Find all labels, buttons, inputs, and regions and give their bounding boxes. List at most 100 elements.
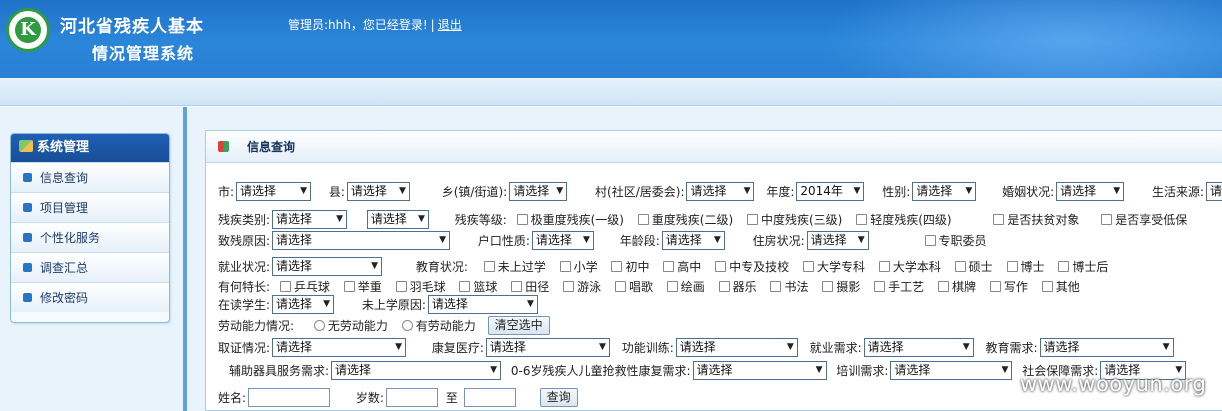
skill-athletics-checkbox[interactable] bbox=[511, 281, 523, 292]
skill-painting-checkbox[interactable] bbox=[666, 281, 678, 292]
menu-bullet-icon bbox=[23, 233, 32, 242]
level-3-checkbox[interactable] bbox=[746, 214, 758, 225]
skill-label: 其他 bbox=[1055, 279, 1080, 294]
app-logo: K bbox=[6, 8, 50, 52]
filter-row-school: 在读学生:请选择 未上学原因:请选择 bbox=[218, 294, 552, 314]
clear-selection-button[interactable]: 清空选中 bbox=[487, 316, 550, 335]
sidebar-item-label: 个性化服务 bbox=[40, 231, 101, 245]
panel-title: 信息查询 bbox=[247, 140, 296, 154]
hukou-select[interactable]: 请选择 bbox=[531, 231, 594, 250]
county-select[interactable]: 请选择 bbox=[346, 182, 410, 201]
housing-select[interactable]: 请选择 bbox=[806, 231, 869, 250]
edu-primary-checkbox[interactable] bbox=[559, 261, 571, 272]
skill-photography-checkbox[interactable] bbox=[822, 281, 834, 292]
no-labor-radio[interactable] bbox=[313, 320, 325, 331]
employment-label: 就业状况: bbox=[218, 259, 271, 274]
disability-type-select-2[interactable]: 请选择 bbox=[366, 210, 429, 229]
skill-badminton-checkbox[interactable] bbox=[395, 281, 407, 292]
training-need-label: 培训需求: bbox=[836, 363, 889, 378]
edu-senior-checkbox[interactable] bbox=[663, 261, 675, 272]
edu-bachelor-checkbox[interactable] bbox=[878, 261, 890, 272]
sidebar-item-project-management[interactable]: 项目管理 bbox=[11, 192, 169, 222]
sidebar-item-label: 修改密码 bbox=[40, 291, 89, 305]
query-button[interactable]: 查询 bbox=[539, 388, 578, 407]
skill-basketball-checkbox[interactable] bbox=[459, 281, 471, 292]
disability-type-select-1[interactable]: 请选择 bbox=[272, 210, 348, 229]
skill-label: 游泳 bbox=[577, 279, 602, 294]
name-input[interactable] bbox=[248, 388, 331, 407]
age-group-select[interactable]: 请选择 bbox=[661, 231, 725, 250]
skill-writing-checkbox[interactable] bbox=[989, 281, 1001, 292]
logout-link[interactable]: 退出 bbox=[438, 18, 462, 32]
city-select[interactable]: 请选择 bbox=[236, 182, 312, 201]
level-1-checkbox[interactable] bbox=[516, 214, 528, 225]
skill-pingpong-checkbox[interactable] bbox=[279, 281, 291, 292]
village-select[interactable]: 请选择 bbox=[686, 182, 755, 201]
income-select[interactable]: 请选 bbox=[1205, 182, 1222, 201]
year-select[interactable]: 2014年 bbox=[796, 182, 865, 201]
fulltime-checkbox[interactable] bbox=[924, 235, 936, 246]
rehab-select[interactable]: 请选择 bbox=[485, 338, 610, 357]
sidebar-item-change-password[interactable]: 修改密码 bbox=[11, 282, 169, 312]
edu-master-label: 硕士 bbox=[968, 259, 993, 274]
disability-level-label: 残疾等级: bbox=[454, 212, 507, 227]
skill-weightlifting-checkbox[interactable] bbox=[343, 281, 355, 292]
sidebar-item-label: 调查汇总 bbox=[40, 261, 89, 275]
student-select[interactable]: 请选择 bbox=[272, 295, 335, 314]
age-to-input[interactable] bbox=[463, 388, 516, 407]
edu-doctor-label: 博士 bbox=[1020, 259, 1045, 274]
skill-handicraft-checkbox[interactable] bbox=[874, 281, 886, 292]
training-need-select[interactable]: 请选择 bbox=[890, 361, 1013, 380]
edu-postdoc-label: 博士后 bbox=[1072, 259, 1109, 274]
has-labor-radio[interactable] bbox=[401, 320, 413, 331]
filter-row-person: 姓名: 岁数: 至 查询 bbox=[218, 387, 578, 407]
edu-vocational-checkbox[interactable] bbox=[715, 261, 727, 272]
age-from-input[interactable] bbox=[385, 388, 438, 407]
sidebar-item-personalized-service[interactable]: 个性化服务 bbox=[11, 222, 169, 252]
skill-instrument-checkbox[interactable] bbox=[718, 281, 730, 292]
skill-singing-checkbox[interactable] bbox=[614, 281, 626, 292]
sex-label: 性别: bbox=[882, 184, 911, 199]
skill-swimming-checkbox[interactable] bbox=[563, 281, 575, 292]
sidebar-item-label: 项目管理 bbox=[40, 201, 89, 215]
edu-doctor-checkbox[interactable] bbox=[1006, 261, 1018, 272]
edu-none-checkbox[interactable] bbox=[483, 261, 495, 272]
certificate-select[interactable]: 请选择 bbox=[272, 338, 407, 357]
function-training-select[interactable]: 请选择 bbox=[675, 338, 798, 357]
edu-need-select[interactable]: 请选择 bbox=[1039, 338, 1174, 357]
sidebar-item-info-query[interactable]: 信息查询 bbox=[11, 162, 169, 192]
aid-need-select[interactable]: 请选择 bbox=[331, 361, 502, 380]
logo-mark-icon: K bbox=[15, 17, 41, 43]
town-select[interactable]: 请选择 bbox=[509, 182, 568, 201]
no-school-reason-select[interactable]: 请选择 bbox=[427, 295, 538, 314]
dibao-checkbox[interactable] bbox=[1101, 214, 1113, 225]
level-4-checkbox[interactable] bbox=[856, 214, 868, 225]
cause-select[interactable]: 请选择 bbox=[272, 231, 451, 250]
year-label: 年度: bbox=[766, 184, 795, 199]
skill-label: 书法 bbox=[784, 279, 809, 294]
edu-master-checkbox[interactable] bbox=[954, 261, 966, 272]
filter-row-employment: 就业状况:请选择 教育状况: 未上过学 小学 初中 高中 中专及技校 大学专科 … bbox=[218, 256, 1118, 276]
child-rehab-select[interactable]: 请选择 bbox=[692, 361, 827, 380]
filter-row-cause: 致残原因:请选择 户口性质:请选择 年龄段:请选择 住房状况:请选择 专职委员 bbox=[218, 230, 997, 250]
sidebar-item-label: 信息查询 bbox=[40, 171, 89, 185]
sex-select[interactable]: 请选择 bbox=[912, 182, 977, 201]
job-need-select[interactable]: 请选择 bbox=[863, 338, 974, 357]
skill-chess-checkbox[interactable] bbox=[938, 281, 949, 292]
sidebar-item-survey-summary[interactable]: 调查汇总 bbox=[11, 252, 169, 282]
marriage-select[interactable]: 请选择 bbox=[1056, 182, 1125, 201]
skill-calligraphy-checkbox[interactable] bbox=[770, 281, 782, 292]
employment-select[interactable]: 请选择 bbox=[272, 257, 383, 276]
skill-label: 唱歌 bbox=[628, 279, 653, 294]
level-4-label: 轻度残疾(四级) bbox=[870, 212, 952, 227]
function-training-label: 功能训练: bbox=[621, 340, 674, 355]
edu-postdoc-checkbox[interactable] bbox=[1058, 261, 1070, 272]
poverty-checkbox[interactable] bbox=[993, 214, 1005, 225]
filter-row-needs: 取证情况:请选择 康复医疗:请选择 功能训练:请选择 就业需求:请选择 教育需求… bbox=[218, 337, 1188, 357]
skill-other-checkbox[interactable] bbox=[1041, 281, 1053, 292]
header-separator: | bbox=[430, 18, 435, 32]
edu-junior-checkbox[interactable] bbox=[611, 261, 623, 272]
filter-row-region: 市:请选择 县:请选择 乡(镇/街道):请选择 村(社区/居委会):请选择 年度… bbox=[218, 181, 1222, 201]
edu-college-checkbox[interactable] bbox=[802, 261, 814, 272]
level-2-checkbox[interactable] bbox=[637, 214, 649, 225]
